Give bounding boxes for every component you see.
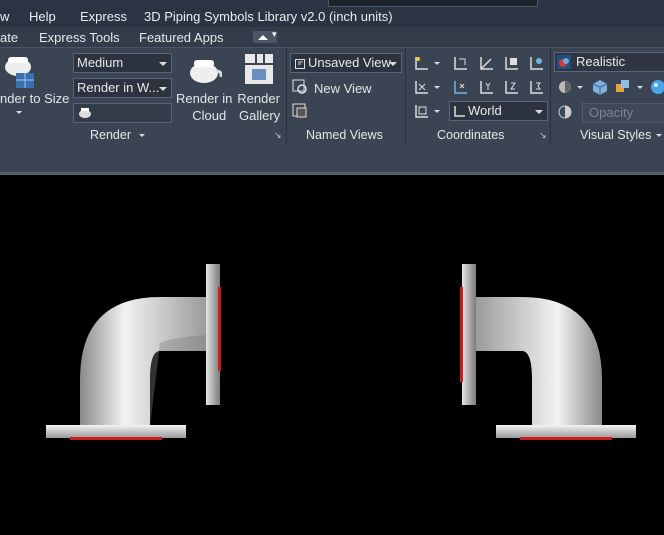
named-view-select[interactable]: Unsaved View bbox=[290, 53, 402, 73]
render-panel-caret-icon[interactable] bbox=[139, 134, 145, 137]
coordinates-panel-title[interactable]: Coordinates bbox=[437, 128, 504, 144]
render-panel-title[interactable]: Render bbox=[90, 128, 131, 144]
ucs-world-small-icon bbox=[454, 106, 465, 117]
menu-help[interactable]: Help bbox=[29, 9, 56, 24]
render-settings-launcher-icon[interactable]: ↘ bbox=[274, 130, 282, 141]
render-quality-value: Medium bbox=[77, 55, 124, 70]
render-in-select[interactable]: Render in W... bbox=[73, 78, 172, 98]
ucs-3point-icon[interactable] bbox=[452, 55, 468, 71]
new-view-icon[interactable] bbox=[292, 79, 308, 95]
render-exposure-slider[interactable] bbox=[73, 103, 172, 123]
ucs-view-caret-icon[interactable] bbox=[434, 110, 440, 113]
geometry-edges-icon[interactable] bbox=[615, 79, 631, 95]
ucs-zaxis-icon[interactable] bbox=[478, 55, 494, 71]
render-gallery-line2: Gallery bbox=[239, 108, 281, 123]
named-view-value: Unsaved View bbox=[308, 55, 391, 70]
coordinates-launcher-icon[interactable]: ↘ bbox=[539, 130, 547, 141]
render-quality-select[interactable]: Medium bbox=[73, 53, 172, 73]
left-bottom-seal bbox=[70, 437, 162, 440]
left-vertical-flange bbox=[206, 264, 220, 405]
opacity-placeholder: Opacity bbox=[589, 105, 634, 120]
render-in-cloud-label[interactable]: Render in Cloud bbox=[176, 90, 232, 124]
ucs-y-icon[interactable] bbox=[478, 79, 494, 95]
ucs-world-icon[interactable] bbox=[528, 79, 544, 95]
render-gallery-label[interactable]: Render Gallery bbox=[237, 90, 280, 124]
right-bottom-seal bbox=[520, 437, 612, 440]
shadow-caret-icon[interactable] bbox=[577, 86, 583, 89]
right-vertical-flange bbox=[462, 264, 476, 405]
right-bottom-flange bbox=[496, 425, 636, 438]
drawing-viewport[interactable] bbox=[0, 175, 664, 532]
render-in-cloud-line2: Cloud bbox=[192, 108, 227, 123]
ucs-face-icon[interactable] bbox=[528, 55, 544, 71]
left-bottom-flange bbox=[46, 425, 186, 438]
ucs-origin-caret-icon[interactable] bbox=[434, 86, 440, 89]
visual-styles-panel-title[interactable]: Visual Styles bbox=[580, 128, 651, 144]
opacity-input[interactable]: Opacity bbox=[582, 103, 664, 123]
ucs-object-icon[interactable] bbox=[503, 55, 519, 71]
menu-piping-library[interactable]: 3D Piping Symbols Library v2.0 (inch uni… bbox=[144, 9, 393, 24]
tab-express-tools[interactable]: Express Tools bbox=[39, 30, 120, 45]
left-flange-seal bbox=[218, 287, 221, 371]
ribbon: nder to Size Medium Render in W... Rende… bbox=[0, 48, 664, 144]
ucs-view-icon[interactable] bbox=[413, 103, 429, 119]
ribbon-lower-band bbox=[0, 144, 664, 175]
tab-featured-apps[interactable]: Featured Apps bbox=[139, 30, 224, 45]
tab-collaborate[interactable]: ate bbox=[0, 30, 18, 45]
material-icon[interactable] bbox=[592, 79, 608, 95]
render-in-cloud-icon[interactable] bbox=[186, 53, 222, 87]
view-frame-icon bbox=[295, 59, 305, 69]
ucs-named-select[interactable]: World bbox=[449, 101, 548, 121]
search-box[interactable] bbox=[328, 0, 538, 7]
panel-separator bbox=[405, 48, 406, 144]
render-to-size-label[interactable]: nder to Size bbox=[0, 90, 69, 107]
realistic-style-icon bbox=[557, 55, 571, 69]
render-to-size-caret-icon[interactable] bbox=[16, 111, 22, 114]
pipe-elbows-model bbox=[46, 264, 636, 440]
edges-caret-icon[interactable] bbox=[637, 86, 643, 89]
new-view-label[interactable]: New View bbox=[314, 81, 372, 96]
render-gallery-line1: Render bbox=[237, 91, 280, 106]
visual-style-select[interactable]: Realistic bbox=[554, 52, 664, 72]
ucs-origin-icon[interactable] bbox=[413, 79, 429, 95]
xray-sphere-icon[interactable] bbox=[650, 79, 664, 95]
render-in-value: Render in W... bbox=[77, 80, 160, 95]
left-elbow[interactable] bbox=[46, 264, 221, 440]
shadow-display-icon[interactable] bbox=[557, 79, 573, 95]
ucs-z-icon[interactable] bbox=[503, 79, 519, 95]
named-views-panel-title[interactable]: Named Views bbox=[306, 128, 383, 144]
teapot-small-icon bbox=[79, 108, 91, 118]
ribbon-options-caret-icon[interactable]: ▾ bbox=[272, 29, 277, 40]
ucs-x-icon[interactable] bbox=[452, 79, 468, 95]
right-elbow[interactable] bbox=[460, 264, 636, 440]
render-to-size-icon[interactable] bbox=[2, 53, 38, 91]
view-manager-icon[interactable] bbox=[292, 103, 308, 119]
opacity-toggle-icon[interactable] bbox=[557, 104, 573, 120]
ribbon-tabs: ate Express Tools Featured Apps ▾ bbox=[0, 27, 664, 48]
menu-fragment[interactable]: w bbox=[0, 9, 9, 24]
visual-styles-caret-icon[interactable] bbox=[656, 134, 662, 137]
panel-separator bbox=[550, 48, 551, 144]
render-gallery-icon[interactable] bbox=[244, 53, 274, 85]
menu-express[interactable]: Express bbox=[80, 9, 127, 24]
right-flange-seal bbox=[460, 287, 463, 382]
render-in-cloud-line1: Render in bbox=[176, 91, 233, 106]
ucs-caret-icon[interactable] bbox=[434, 62, 440, 65]
ucs-icon[interactable] bbox=[413, 55, 429, 71]
panel-separator bbox=[286, 48, 287, 144]
title-bar: w Help Express 3D Piping Symbols Library… bbox=[0, 0, 664, 27]
